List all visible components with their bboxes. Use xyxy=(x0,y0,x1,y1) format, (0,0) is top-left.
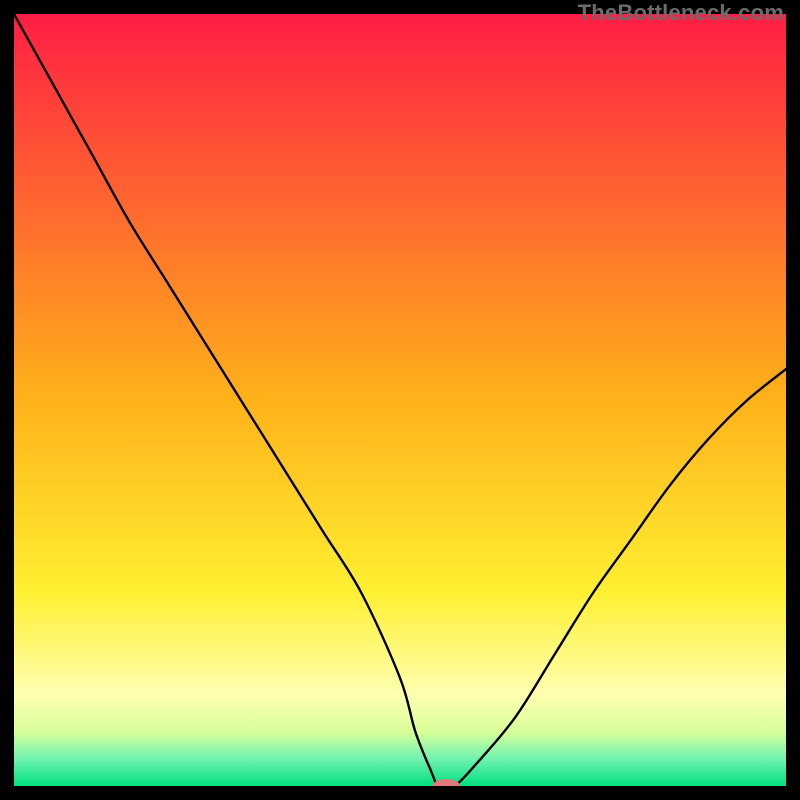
chart-stage: TheBottleneck.com xyxy=(0,0,800,800)
chart-plot xyxy=(14,14,786,786)
chart-svg xyxy=(14,14,786,786)
chart-background xyxy=(14,14,786,786)
